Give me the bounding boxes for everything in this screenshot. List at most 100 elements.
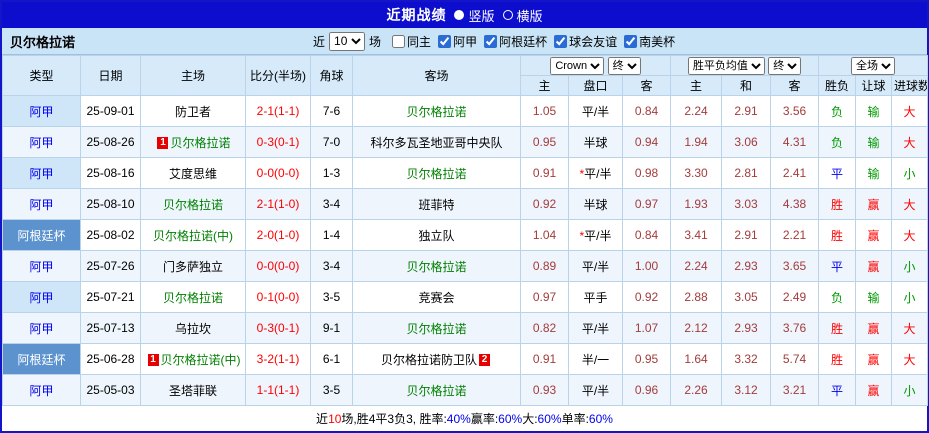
checkbox-input-copa-sudamericana[interactable]	[624, 34, 638, 48]
league-cell[interactable]: 阿甲	[2, 374, 81, 406]
corner-cell: 1-4	[310, 219, 353, 251]
score-cell[interactable]: 1-1(1-1)	[245, 374, 311, 406]
away-team-cell[interactable]: 贝尔格拉诺	[352, 250, 521, 282]
away-team-cell[interactable]: 科尔多瓦圣地亚哥中央队	[352, 126, 521, 158]
checkbox-input-liga[interactable]	[438, 34, 452, 48]
team-name: 圣塔菲联	[168, 383, 217, 398]
filter-checkbox-same-home[interactable]: 同主	[392, 33, 431, 50]
league-cell[interactable]: 阿甲	[2, 250, 81, 282]
result-cell: 平	[818, 250, 857, 282]
score-cell[interactable]: 3-2(1-1)	[245, 343, 311, 375]
table-body: 阿甲 25-09-01 防卫者 2-1(1-1) 7-6 贝尔格拉诺 1.05 平/半 0.84…	[2, 95, 929, 406]
radio-selected-icon	[454, 10, 465, 20]
corner-cell: 6-1	[310, 343, 353, 375]
date-cell: 25-08-02	[80, 219, 141, 251]
corner-cell: 7-0	[310, 126, 353, 158]
team-name: 贝尔格拉诺	[162, 290, 223, 305]
score-cell[interactable]: 0-1(0-0)	[245, 281, 311, 313]
euro-stage-select[interactable]: 终	[768, 56, 802, 75]
home-team-cell[interactable]: 艾度思维	[140, 157, 246, 189]
handicap-cell: 平/半	[568, 250, 623, 282]
team-name: 竞赛会	[418, 290, 455, 305]
league-cell[interactable]: 阿根廷杯	[2, 343, 81, 375]
team-name: 贝尔格拉诺	[162, 197, 223, 212]
away-team-cell[interactable]: 贝尔格拉诺	[352, 157, 521, 189]
asian-away-odds-cell: 0.97	[622, 188, 671, 220]
league-cell[interactable]: 阿甲	[2, 157, 81, 189]
home-team-cell[interactable]: 防卫者	[140, 95, 246, 127]
odds-company-select[interactable]: Crown	[550, 56, 605, 75]
col-header-euro-away: 客	[769, 75, 820, 96]
euro-away-odds-cell: 2.41	[769, 157, 820, 189]
away-team-cell[interactable]: 独立队	[352, 219, 521, 251]
league-cell[interactable]: 阿根廷杯	[2, 219, 81, 251]
match-count-select[interactable]: 10	[329, 31, 366, 51]
col-header-asian-handicap: 盘口	[568, 75, 623, 96]
away-team-cell[interactable]: 竞赛会	[352, 281, 521, 313]
league-cell[interactable]: 阿甲	[2, 188, 81, 220]
away-team-cell[interactable]: 贝尔格拉诺防卫队 2	[352, 343, 521, 375]
summary-text-part: 10	[328, 411, 342, 426]
layout-radio-horizontal[interactable]: 横版	[502, 6, 543, 25]
score-cell[interactable]: 2-1(1-1)	[245, 95, 311, 127]
result-cell: 平	[818, 374, 857, 406]
result-scope-select[interactable]: 全场	[851, 56, 896, 75]
home-team-cell[interactable]: 贝尔格拉诺(中)	[140, 219, 246, 251]
home-team-cell[interactable]: 1 贝尔格拉诺(中)	[140, 343, 246, 375]
team-name: 门多萨独立	[162, 259, 223, 274]
euro-odds-select[interactable]: 胜平负均值	[687, 56, 765, 75]
checkbox-input-club-friendly[interactable]	[554, 34, 568, 48]
filter-checkbox-copa-sudamericana[interactable]: 南美杯	[624, 33, 675, 50]
filter-checkbox-club-friendly[interactable]: 球会友谊	[554, 33, 617, 50]
date-cell: 25-09-01	[80, 95, 141, 127]
score-cell[interactable]: 0-3(0-1)	[245, 126, 311, 158]
filter-checkbox-liga[interactable]: 阿甲	[438, 33, 477, 50]
asian-home-odds-cell: 0.92	[520, 188, 569, 220]
team-name: 艾度思维	[168, 166, 217, 181]
euro-home-odds-cell: 3.30	[670, 157, 722, 189]
filter-checkbox-group: 同主 阿甲 阿根廷杯 球会友谊 南美杯	[385, 33, 675, 50]
away-team-cell[interactable]: 贝尔格拉诺	[352, 95, 521, 127]
league-cell[interactable]: 阿甲	[2, 312, 81, 344]
league-cell[interactable]: 阿甲	[2, 126, 81, 158]
away-team-cell[interactable]: 贝尔格拉诺	[352, 374, 521, 406]
home-team-cell[interactable]: 圣塔菲联	[140, 374, 246, 406]
home-team-cell[interactable]: 贝尔格拉诺	[140, 281, 246, 313]
league-cell[interactable]: 阿甲	[2, 281, 81, 313]
checkbox-input-argentina-cup[interactable]	[484, 34, 498, 48]
col-header-euro-home: 主	[670, 75, 722, 96]
score-cell[interactable]: 0-0(0-0)	[245, 250, 311, 282]
home-team-cell[interactable]: 1 贝尔格拉诺	[140, 126, 246, 158]
home-team-cell[interactable]: 贝尔格拉诺	[140, 188, 246, 220]
handicap-cell: 平/半	[568, 95, 623, 127]
euro-away-odds-cell: 4.38	[769, 188, 820, 220]
match-row: 阿甲 25-07-21 贝尔格拉诺 0-1(0-0) 3-5 竞赛会 0.97 平手 0.92 2…	[2, 281, 929, 313]
score-cell[interactable]: 0-3(0-1)	[245, 312, 311, 344]
col-header-type: 类型	[2, 55, 81, 96]
filter-checkbox-argentina-cup[interactable]: 阿根廷杯	[484, 33, 547, 50]
euro-draw-odds-cell: 3.03	[721, 188, 771, 220]
radio-horizontal-label: 横版	[516, 8, 543, 24]
score-cell[interactable]: 0-0(0-0)	[245, 157, 311, 189]
score-cell[interactable]: 2-0(1-0)	[245, 219, 311, 251]
home-team-cell[interactable]: 乌拉坎	[140, 312, 246, 344]
league-cell[interactable]: 阿甲	[2, 95, 81, 127]
team-name: 贝尔格拉诺(中)	[160, 352, 241, 367]
score-cell[interactable]: 2-1(1-0)	[245, 188, 311, 220]
home-team-cell[interactable]: 门多萨独立	[140, 250, 246, 282]
asian-stage-select[interactable]: 终	[607, 56, 641, 75]
summary-text-part: 60%	[537, 411, 562, 426]
panel-title: 近期战绩	[386, 7, 447, 23]
euro-away-odds-cell: 3.56	[769, 95, 820, 127]
match-row: 阿根廷杯 25-06-28 1 贝尔格拉诺(中) 3-2(1-1) 6-1 贝尔格拉诺防卫队…	[2, 343, 929, 375]
asian-away-odds-cell: 0.84	[622, 95, 671, 127]
away-team-cell[interactable]: 班菲特	[352, 188, 521, 220]
result-cell: 平	[818, 157, 857, 189]
away-team-cell[interactable]: 贝尔格拉诺	[352, 312, 521, 344]
asian-away-odds-cell: 0.96	[622, 374, 671, 406]
checkbox-input-same-home[interactable]	[392, 34, 406, 48]
summary-text-part: 单率:	[561, 412, 589, 426]
layout-radio-vertical[interactable]: 竖版	[454, 6, 495, 25]
euro-draw-odds-cell: 2.91	[721, 219, 771, 251]
euro-draw-odds-cell: 2.81	[721, 157, 771, 189]
